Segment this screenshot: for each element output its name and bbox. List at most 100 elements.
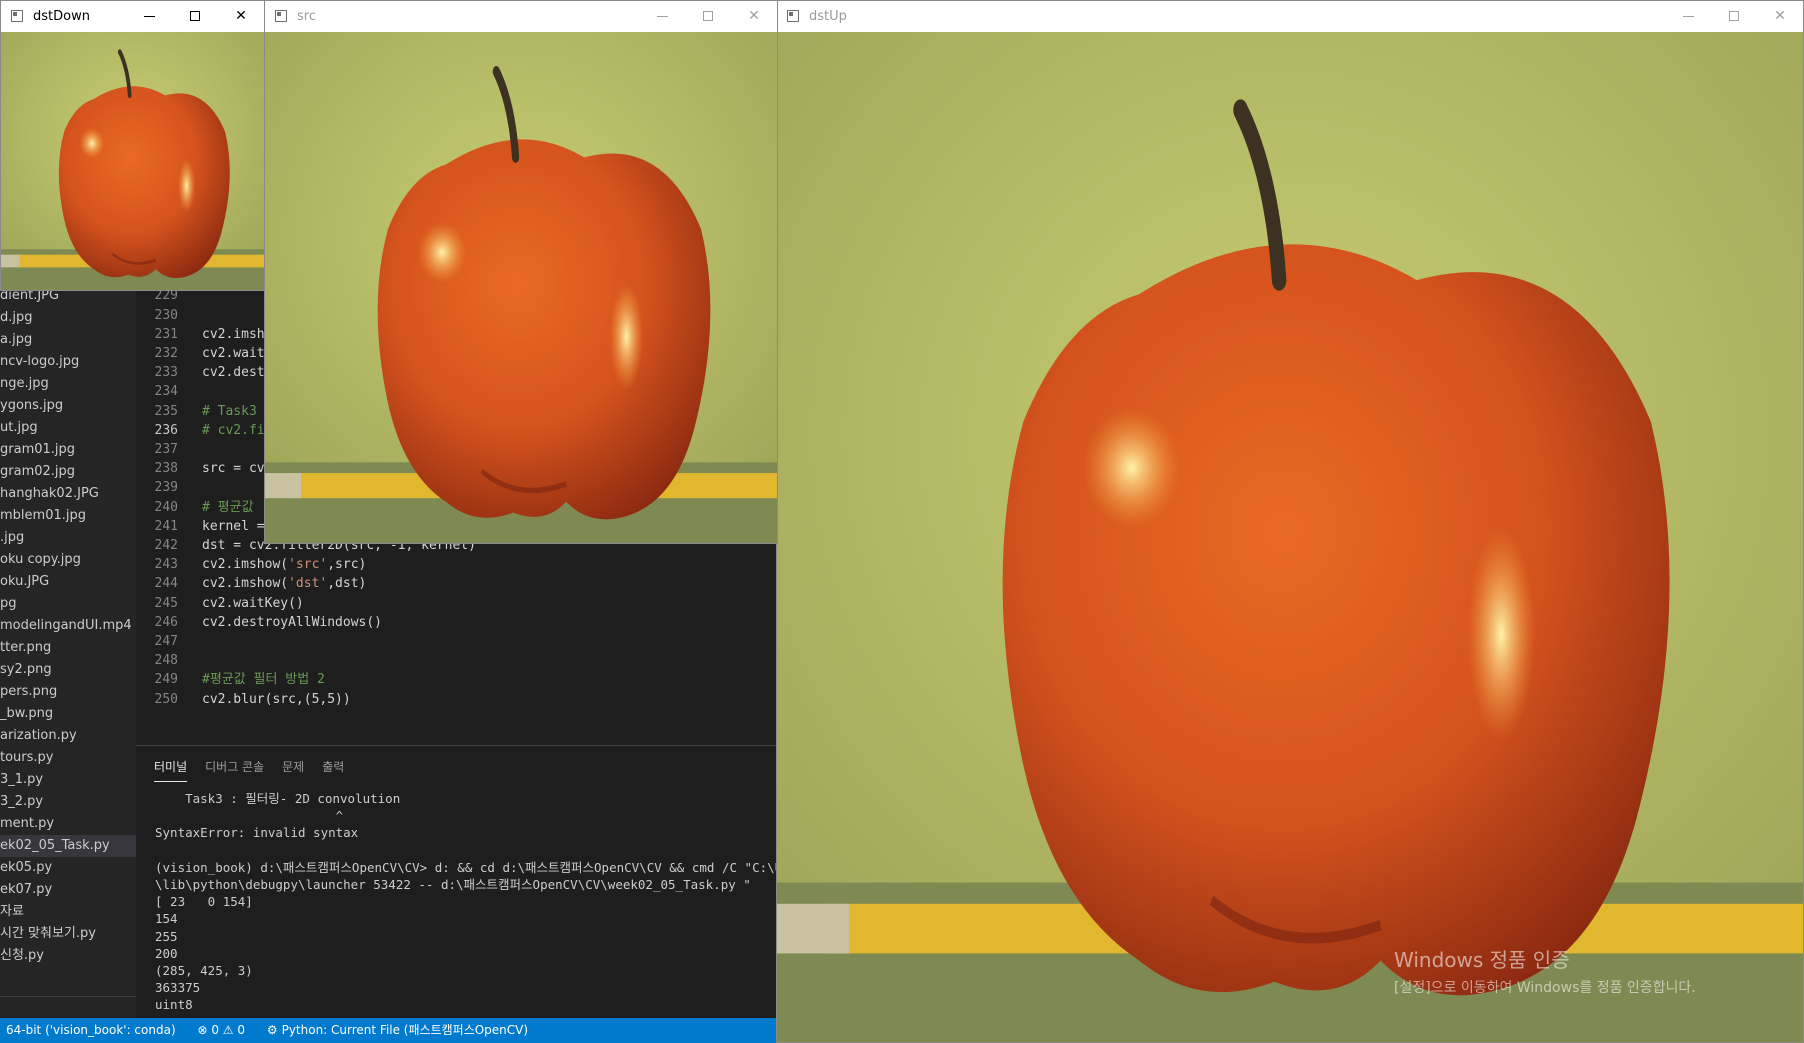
run-config-label: Python: Current File (패스트캠퍼스OpenCV) [281,1023,529,1037]
dstdown-titlebar[interactable]: dstDown ✕ [1,1,264,32]
bottom-panel: 터미널 디버그 콘솔 문제 출력 Task3 : 필터링- 2D convolutio… [136,745,776,1019]
code-line[interactable]: 235 # Task3 [136,402,257,421]
explorer-file-item[interactable]: oku copy.jpg [0,549,136,571]
panel-tab[interactable]: 출력 [322,758,344,781]
src-window[interactable]: src ✕ [264,0,778,544]
line-number: 248 [154,653,178,669]
code-line[interactable]: 246 cv2.destroyAllWindows() [136,613,383,632]
dstdown-window-title: dstDown [33,9,90,24]
code-line[interactable]: 231 cv2.imsh [136,325,265,344]
code-line[interactable]: 244 cv2.imshow('dst',dst) [136,574,367,593]
code-text: # Task3 [202,403,257,419]
explorer-file-item[interactable]: 3_2.py [0,791,136,813]
code-line[interactable]: 230 [136,306,202,325]
problems-status[interactable]: ⊗ 0 ⚠ 0 [197,1023,245,1037]
code-line[interactable]: 240 # 평균값 [136,498,254,517]
code-text: src = cv [202,461,265,477]
explorer-file-item[interactable]: tter.png [0,637,136,659]
code-line[interactable]: 250 cv2.blur(src,(5,5)) [136,690,351,709]
explorer-file-item[interactable]: oku.JPG [0,571,136,593]
maximize-button[interactable] [1711,1,1757,32]
src-window-title: src [297,9,316,24]
explorer-file-item[interactable]: hanghak02.JPG [0,483,136,505]
code-line[interactable]: 232 cv2.wait [136,344,265,363]
explorer-file-item[interactable]: sy2.png [0,659,136,681]
explorer-file-item[interactable]: mblem01.jpg [0,505,136,527]
code-line[interactable]: 248 [136,651,202,670]
explorer-file-item[interactable]: tours.py [0,747,136,769]
run-config-icon: ⚙ [266,1023,278,1037]
explorer-file-item[interactable]: ygons.jpg [0,395,136,417]
code-line[interactable]: 236 # cv2.fi [136,421,265,440]
maximize-button[interactable] [685,1,731,32]
panel-tab[interactable]: 터미널 [154,758,188,782]
explorer-file-item[interactable]: nge.jpg [0,373,136,395]
close-button[interactable]: ✕ [1757,1,1803,32]
line-number: 240 [154,499,178,515]
line-number: 230 [154,307,178,323]
explorer-file-item[interactable]: ut.jpg [0,417,136,439]
explorer-file-item[interactable]: pers.png [0,681,136,703]
code-line[interactable]: 239 [136,478,202,497]
minimize-button[interactable] [126,1,172,32]
code-line[interactable]: 247 [136,632,202,651]
apple-image-large [777,32,1803,1042]
explorer-file-item[interactable]: 시간 맞춰보기.py [0,923,136,945]
explorer-file-item[interactable]: a.jpg [0,329,136,351]
minimize-button[interactable] [1665,1,1711,32]
code-line[interactable]: 249 #평균값 필터 방법 2 [136,670,325,689]
line-number: 233 [154,365,178,381]
line-number: 237 [154,442,178,457]
code-line[interactable]: 245 cv2.waitKey() [136,594,304,613]
panel-tab[interactable]: 디버그 콘솔 [205,758,264,781]
code-text: #평균값 필터 방법 2 [202,672,325,688]
line-number: 245 [154,595,178,611]
code-line[interactable]: 234 [136,382,202,401]
line-number: 244 [154,576,178,592]
terminal-line: (285, 425, 3) [155,963,253,978]
apple-image-small [1,32,264,290]
window-app-icon [11,10,23,22]
explorer-file-item[interactable]: 자료 [0,901,136,923]
minimize-button[interactable] [639,1,685,32]
explorer-file-item[interactable]: ment.py [0,813,136,835]
explorer-file-item[interactable]: d.jpg [0,307,136,329]
line-number: 235 [154,403,178,419]
close-button[interactable]: ✕ [731,1,777,32]
code-text-tail: ,dst) [327,576,367,592]
window-app-icon [787,10,799,22]
explorer-file-item[interactable]: modelingandUI.mp4 [0,615,136,637]
code-line[interactable]: 237 [136,440,202,459]
panel-tab[interactable]: 문제 [282,758,304,781]
explorer-file-item[interactable]: 3_1.py [0,769,136,791]
close-button[interactable]: ✕ [218,1,264,32]
explorer-file-item[interactable]: .jpg [0,527,136,549]
code-text: cv2.dest [202,365,265,381]
run-config-status[interactable]: ⚙ Python: Current File (패스트캠퍼스OpenCV) [267,1023,528,1037]
maximize-button[interactable] [172,1,218,32]
explorer-file-item[interactable]: ek07.py [0,879,136,901]
explorer-file-item[interactable]: ek05.py [0,857,136,879]
explorer-file-item[interactable]: 신청.py [0,945,136,967]
explorer-file-item[interactable]: ncv-logo.jpg [0,351,136,373]
code-line[interactable]: 243 cv2.imshow('src',src) [136,555,367,574]
explorer-file-item[interactable]: ek02_05_Task.py [0,835,136,857]
dstdown-window[interactable]: dstDown ✕ [0,0,265,291]
src-titlebar[interactable]: src ✕ [265,1,777,32]
code-text: cv2.imsh [202,326,265,342]
terminal-line: 363375 [155,980,201,996]
dstup-titlebar[interactable]: dstUp ✕ [777,1,1803,32]
explorer-file-item[interactable]: _bw.png [0,703,136,725]
apple-image-medium [265,32,777,543]
python-interpreter-status[interactable]: 64-bit ('vision_book': conda) [6,1023,176,1037]
file-list: dient.JPG d.jpg a.jpg ncv-logo.jpg nge.jpg yg… [0,285,136,967]
watermark-subtitle: [설정]으로 이동하여 Windows를 정품 인증합니다. [1394,980,1696,996]
code-line[interactable]: 233 cv2.dest [136,363,265,382]
dstup-window[interactable]: dstUp ✕ [776,0,1804,1043]
explorer-file-item[interactable]: gram02.jpg [0,461,136,483]
line-number: 247 [154,634,178,649]
code-line[interactable]: 238 src = cv [136,459,265,478]
explorer-file-item[interactable]: arization.py [0,725,136,747]
explorer-file-item[interactable]: gram01.jpg [0,439,136,461]
explorer-file-item[interactable]: pg [0,593,136,615]
